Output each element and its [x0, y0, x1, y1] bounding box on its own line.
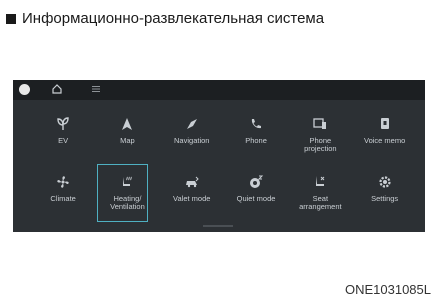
figure-code: ONE1031085L — [344, 282, 431, 297]
tile-seat-arrangement[interactable]: Seat arrangement — [288, 168, 352, 220]
section-marker — [6, 13, 16, 24]
tile-navigation[interactable]: Navigation — [160, 110, 224, 162]
tile-label: Phone projection — [304, 136, 337, 153]
phone-projection-icon — [313, 118, 327, 129]
navigation-compass-icon — [186, 119, 197, 129]
valet-mode-icon — [185, 176, 199, 188]
page-indicator — [203, 225, 233, 227]
quiet-mode-icon — [250, 175, 264, 188]
selection-highlight — [97, 164, 149, 222]
tile-climate[interactable]: Climate — [31, 168, 95, 220]
settings-gear-icon — [379, 176, 391, 188]
tile-phone[interactable]: Phone — [224, 110, 288, 162]
tile-label: Voice memo — [363, 136, 406, 145]
tile-valet-mode[interactable]: Valet mode — [160, 168, 224, 220]
tile-heating-ventilation[interactable]: Heating/ Ventilation — [95, 164, 159, 222]
voice-memo-icon — [380, 118, 389, 129]
tile-ev[interactable]: EV — [31, 110, 95, 162]
app-grid: EV Map Navigation Phone Phone projection… — [31, 110, 417, 222]
tile-label: Climate — [50, 194, 76, 203]
tile-label: Quiet mode — [236, 194, 276, 203]
phone-icon — [251, 119, 262, 129]
section-header: Информационно-развлекательная система — [6, 10, 324, 27]
profile-icon[interactable] — [19, 84, 30, 95]
tile-settings[interactable]: Settings — [352, 168, 416, 220]
tile-label: Settings — [371, 194, 399, 203]
tile-quiet-mode[interactable]: Quiet mode — [224, 168, 288, 220]
map-arrow-icon — [122, 118, 133, 130]
tile-map[interactable]: Map — [95, 110, 159, 162]
tile-label: Map — [120, 136, 135, 145]
tile-label: Navigation — [174, 136, 210, 145]
tile-phone-projection[interactable]: Phone projection — [288, 110, 352, 162]
tile-label: Phone — [245, 136, 267, 145]
infotainment-screen: EV Map Navigation Phone Phone projection… — [13, 80, 425, 232]
climate-fan-icon — [57, 176, 69, 188]
tile-label: Valet mode — [173, 194, 211, 203]
seat-arrangement-icon — [316, 176, 325, 186]
home-icon[interactable] — [51, 82, 63, 96]
tile-label: EV — [58, 136, 69, 145]
menu-icon[interactable] — [91, 84, 101, 94]
section-title: Информационно-развлекательная система — [22, 10, 325, 27]
ev-leaf-icon — [57, 117, 69, 130]
status-bar — [13, 80, 425, 100]
tile-voice-memo[interactable]: Voice memo — [352, 110, 416, 162]
tile-label: Seat arrangement — [299, 194, 342, 211]
